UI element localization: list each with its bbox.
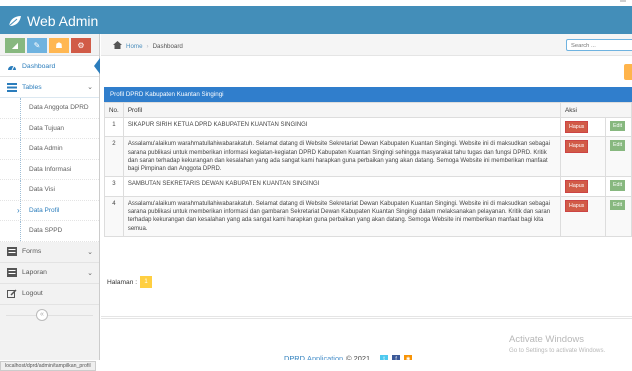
home-icon [113,41,122,51]
table-row: 3 SAMBUTAN SEKRETARIS DEWAN KABUPATEN KU… [104,176,632,197]
sidebar-item-laporan[interactable]: Laporan ⌄ [0,263,99,284]
sidebar-item-data-admin[interactable]: Data Admin [0,139,99,160]
sidebar-item-data-visi[interactable]: Data Visi [0,180,99,201]
row-number: 1 [104,116,124,138]
column-header-profil: Profil [122,102,562,118]
sidebar-item-label: Logout [22,290,43,297]
chevron-down-icon: ⌄ [87,248,93,256]
cogs-icon[interactable]: ⚙ [71,38,91,53]
signal-icon[interactable]: ◢ [5,38,25,53]
pagination: Halaman : 1 [107,276,153,288]
delete-button[interactable]: Hapus [565,140,589,153]
chevron-down-icon: ⌄ [87,84,93,91]
report-icon [7,268,17,277]
double-chevron-left-icon[interactable]: « [36,308,48,321]
edit-button[interactable]: Edit [610,121,626,132]
breadcrumb-current: Dashboard [152,42,183,50]
watermark-title: Activate Windows [509,334,584,345]
edit-icon [7,289,17,298]
edit-button[interactable]: Edit [610,140,626,151]
sidebar-item-label: Dashboard [22,62,56,70]
breadcrumbs-bar: Home › Dashboard [101,34,632,56]
sidebar-item-data-informasi[interactable]: Data Informasi [0,159,99,180]
table-row: 4 Assalamu'alaikum warahmatullahiwabarak… [104,195,632,237]
form-icon [7,247,17,256]
column-header-no: No. [104,102,124,118]
row-profil-text: SIKAPUR SIRIH KETUA DPRD KABUPATEN KUANT… [122,116,562,138]
sidebar-item-label: Laporan [22,269,47,276]
brand[interactable]: Web Admin [8,13,98,29]
list-icon [7,82,17,92]
chevron-down-icon: ⌄ [87,269,93,277]
sidebar-shortcuts: ◢ ✎ ☗ ⚙ [0,34,99,56]
breadcrumb-separator-icon: › [146,42,149,50]
row-number: 2 [104,136,124,178]
tables-submenu: Data Anggota DPRD Data Tujuan Data Admin… [0,98,99,242]
page-link-current[interactable]: 1 [140,276,153,288]
row-number: 3 [104,176,124,197]
settings-toggle-button[interactable] [624,64,632,80]
sidebar-item-data-sppd[interactable]: Data SPPD [0,221,99,242]
windows-activation-watermark: Activate Windows Go to Settings to activ… [509,334,605,354]
panel-title: Profil DPRD Kabupaten Kuantan Singingi [104,87,632,102]
sidebar-item-data-anggota-dprd[interactable]: Data Anggota DPRD [0,98,99,119]
profil-panel: Profil DPRD Kabupaten Kuantan Singingi N… [104,87,632,237]
top-navbar: Web Admin [0,0,632,34]
search-input[interactable] [566,39,632,51]
edit-button[interactable]: Edit [610,199,626,211]
row-number: 4 [104,195,124,237]
pagination-label: Halaman : [107,278,138,286]
row-profil-text: Assalamu'alaikum warahmatullahiwabarakat… [122,136,562,178]
breadcrumb-home[interactable]: Home [126,43,143,50]
divider [6,314,93,316]
breadcrumb: Home › Dashboard [113,41,183,51]
table-row: 2 Assalamu'alaikum warahmatullahiwabarak… [104,136,632,178]
row-profil-text: Assalamu'alaikum warahmatullahiwabarakat… [122,195,562,237]
sidebar-item-label: Forms [22,248,42,255]
tachometer-icon [7,62,17,71]
row-profil-text: SAMBUTAN SEKRETARIS DEWAN KABUPATEN KUAN… [122,176,562,197]
sidebar-item-label: Tables [22,83,42,91]
column-header-aksi: Aksi [560,102,632,118]
table-row: 1 SIKAPUR SIRIH KETUA DPRD KABUPATEN KUA… [104,116,632,138]
sidebar-collapse: « [0,305,99,327]
delete-button[interactable]: Hapus [565,180,589,193]
sidebar-item-logout[interactable]: Logout [0,284,99,305]
sidebar-item-forms[interactable]: Forms ⌄ [0,242,99,263]
delete-button[interactable]: Hapus [565,121,589,134]
app-title: Web Admin [27,13,99,29]
delete-button[interactable]: Hapus [565,199,589,213]
sidebar-item-data-profil[interactable]: Data Profil [0,200,99,221]
sidebar-item-data-tujuan[interactable]: Data Tujuan [0,118,99,139]
status-url: localhost/dprd/admin/tampilkan_profil [0,361,96,371]
window-minimize-icon[interactable] [620,0,626,2]
edit-button[interactable]: Edit [610,180,626,191]
sidebar-item-dashboard[interactable]: Dashboard [0,56,100,77]
profil-table: No. Profil Aksi 1 SIKAPUR SIRIH KETUA DP… [104,102,632,237]
pencil-icon[interactable]: ✎ [27,38,47,53]
users-icon[interactable]: ☗ [49,38,69,53]
sidebar-item-tables[interactable]: Tables ⌄ [0,77,99,98]
sidebar: ◢ ✎ ☗ ⚙ Dashboard Tables ⌄ Data Anggota … [0,34,100,360]
leaf-icon [8,16,21,27]
browser-statusbar: localhost/dprd/admin/tampilkan_profil [0,360,632,371]
watermark-subtitle: Go to Settings to activate Windows. [509,347,606,354]
